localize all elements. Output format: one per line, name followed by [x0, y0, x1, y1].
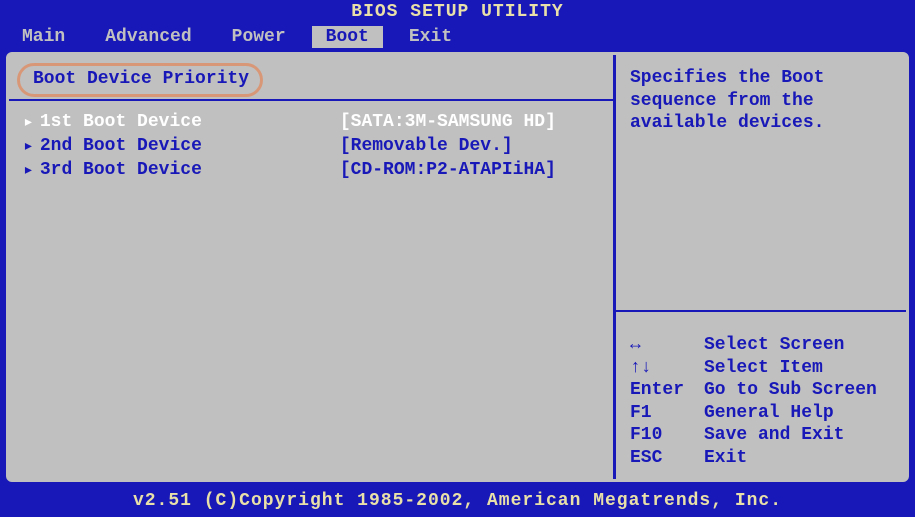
boot-label-3: 3rd Boot Device	[40, 160, 340, 180]
keyhelp-label: Save and Exit	[704, 424, 844, 447]
section-title: Boot Device Priority	[23, 67, 259, 91]
boot-value-1: [SATA:3M-SAMSUNG HD]	[340, 112, 556, 132]
content-area: Boot Device Priority ▸ 1st Boot Device […	[6, 52, 909, 482]
keyhelp-enter: Enter Go to Sub Screen	[630, 379, 892, 402]
menu-bar: Main Advanced Power Boot Exit	[0, 24, 915, 50]
submenu-arrow-icon: ▸	[23, 111, 34, 133]
submenu-arrow-icon: ▸	[23, 159, 34, 181]
right-pane: Specifies the Boot sequence from the ava…	[616, 55, 906, 479]
bios-screen: BIOS SETUP UTILITY Main Advanced Power B…	[0, 0, 915, 517]
keyhelp-f1: F1 General Help	[630, 402, 892, 425]
help-divider	[616, 310, 906, 312]
boot-value-3: [CD-ROM:P2-ATAPIiHA]	[340, 160, 556, 180]
boot-device-1[interactable]: ▸ 1st Boot Device [SATA:3M-SAMSUNG HD]	[23, 111, 599, 133]
key-enter: Enter	[630, 379, 704, 402]
left-pane: Boot Device Priority ▸ 1st Boot Device […	[9, 55, 616, 479]
key-f1: F1	[630, 402, 704, 425]
key-help: ↔ Select Screen ↑↓ Select Item Enter Go …	[630, 334, 892, 469]
menu-boot[interactable]: Boot	[312, 26, 383, 48]
keyhelp-select-screen: ↔ Select Screen	[630, 334, 892, 357]
key-left-right: ↔	[630, 334, 704, 357]
keyhelp-label: Select Item	[704, 357, 823, 380]
submenu-arrow-icon: ▸	[23, 135, 34, 157]
menu-power[interactable]: Power	[218, 26, 300, 48]
key-f10: F10	[630, 424, 704, 447]
menu-advanced[interactable]: Advanced	[91, 26, 205, 48]
key-esc: ESC	[630, 447, 704, 470]
boot-device-2[interactable]: ▸ 2nd Boot Device [Removable Dev.]	[23, 135, 599, 157]
footer-copyright: v2.51 (C)Copyright 1985-2002, American M…	[0, 491, 915, 511]
keyhelp-select-item: ↑↓ Select Item	[630, 357, 892, 380]
boot-device-3[interactable]: ▸ 3rd Boot Device [CD-ROM:P2-ATAPIiHA]	[23, 159, 599, 181]
keyhelp-label: Select Screen	[704, 334, 844, 357]
keyhelp-esc: ESC Exit	[630, 447, 892, 470]
help-text: Specifies the Boot sequence from the ava…	[630, 67, 892, 135]
key-up-down: ↑↓	[630, 357, 704, 380]
boot-label-1: 1st Boot Device	[40, 112, 340, 132]
app-title: BIOS SETUP UTILITY	[0, 0, 915, 24]
menu-exit[interactable]: Exit	[395, 26, 466, 48]
boot-value-2: [Removable Dev.]	[340, 136, 513, 156]
keyhelp-label: General Help	[704, 402, 834, 425]
keyhelp-label: Exit	[704, 447, 747, 470]
section-divider	[9, 99, 613, 101]
menu-main[interactable]: Main	[8, 26, 79, 48]
keyhelp-f10: F10 Save and Exit	[630, 424, 892, 447]
boot-label-2: 2nd Boot Device	[40, 136, 340, 156]
keyhelp-label: Go to Sub Screen	[704, 379, 877, 402]
